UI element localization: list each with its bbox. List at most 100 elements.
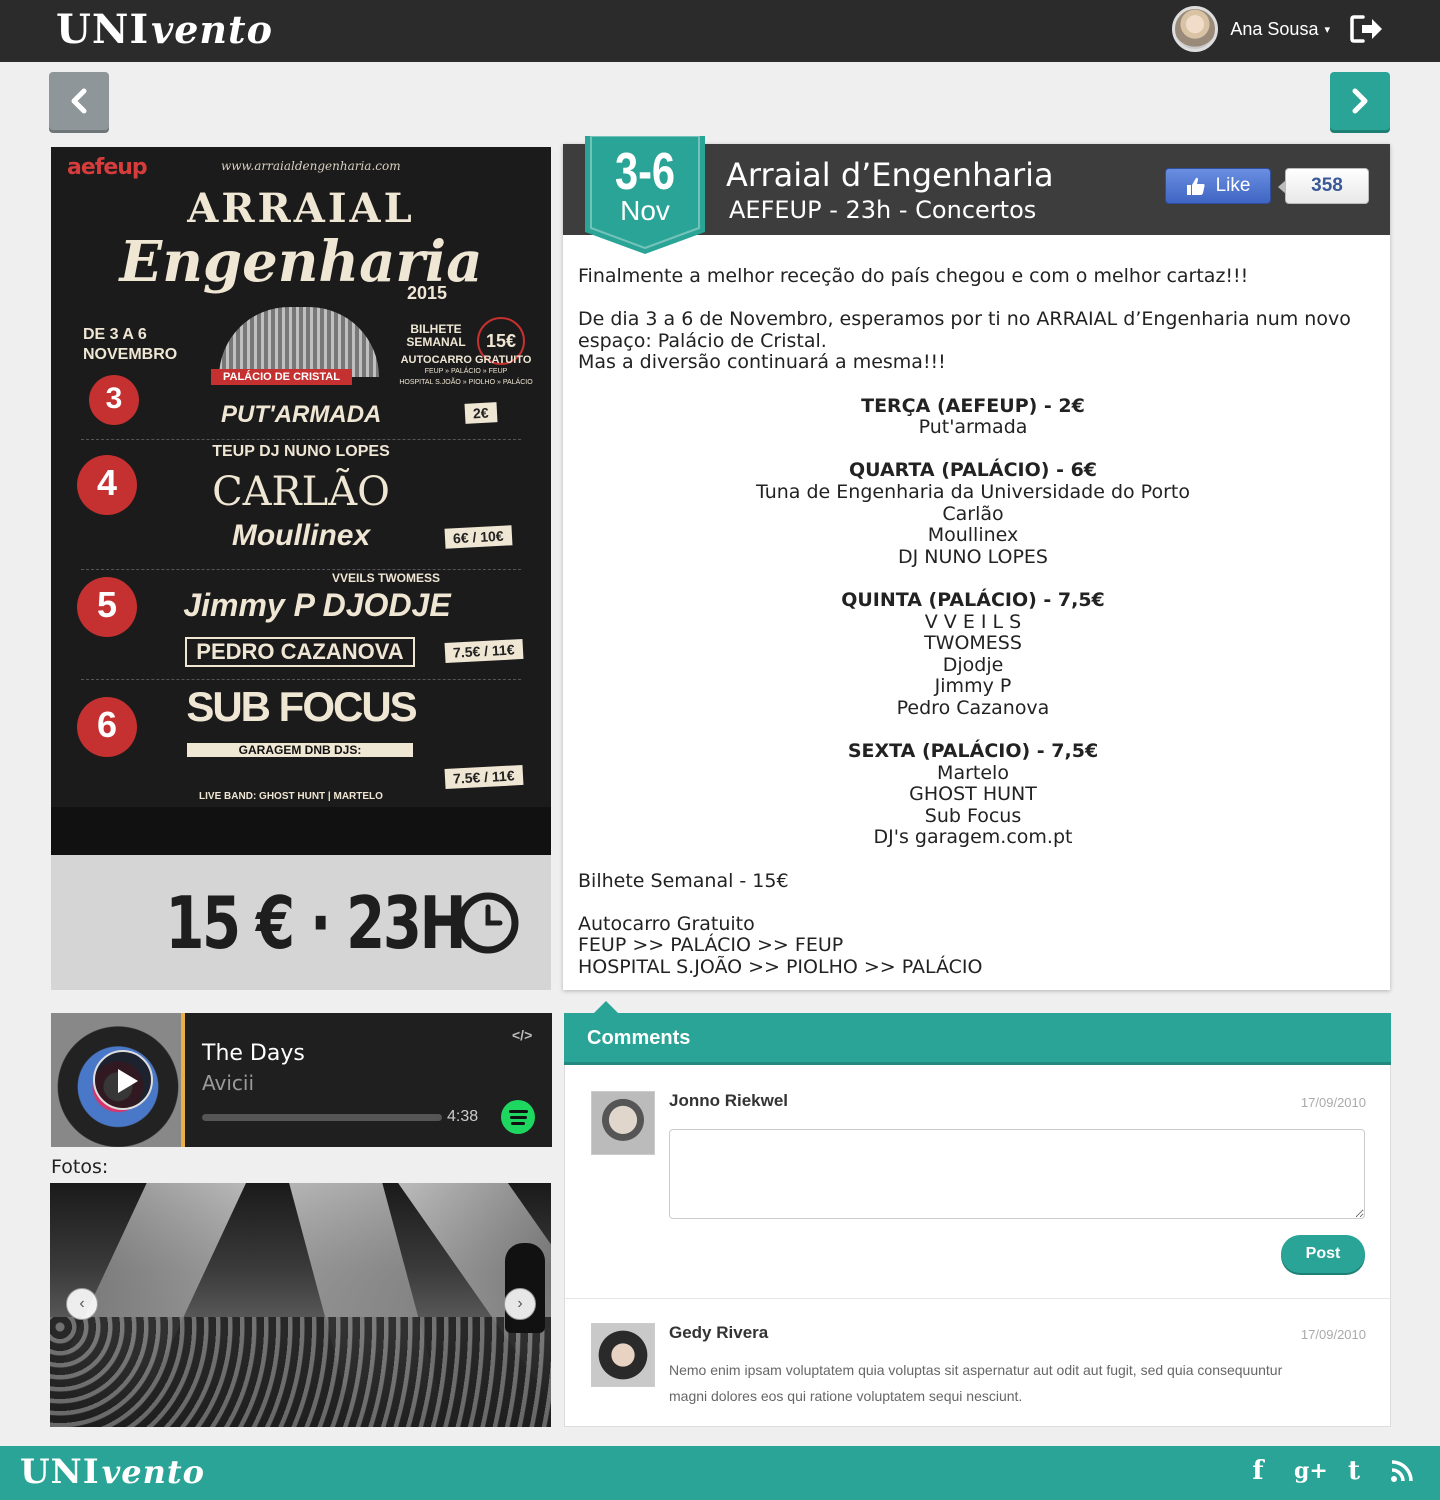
footer: UNIvento f g+ t [0, 1446, 1440, 1500]
poster-dates: DE 3 A 6 NOVEMBRO [83, 326, 178, 363]
date-ribbon: 3-6 Nov [585, 136, 705, 254]
logo-script: vento [151, 7, 273, 52]
poster-act-djodje: Jimmy P DJODJE [183, 587, 451, 623]
comment-author[interactable]: Jonno Riekwel [669, 1091, 788, 1111]
event-subtitle: AEFEUP - 23h - Concertos [729, 196, 1037, 224]
crowd-image [50, 1317, 551, 1427]
event-poster[interactable]: aefeup www.arraialdengenharia.com ARRAIA… [51, 147, 551, 855]
spotify-player: The Days Avicii </> 4:38 [51, 1013, 552, 1147]
poster-price-6: 7.5€ / 11€ [444, 764, 523, 790]
avatar[interactable] [591, 1323, 655, 1387]
poster-act-live-band: LIVE BAND: GHOST HUNT | MARTELO [199, 791, 383, 802]
lineup-day: QUINTA (PALÁCIO) - 7,5€ [841, 588, 1105, 611]
comment-author[interactable]: Gedy Rivera [669, 1323, 768, 1343]
event-month: Nov [620, 195, 670, 226]
event-ticket: Bilhete Semanal - 15€ [578, 869, 789, 892]
user-name: Ana Sousa [1230, 18, 1319, 39]
lineup-act: Jimmy P [934, 675, 1012, 698]
poster-day-6: 6 [77, 697, 137, 757]
app-logo[interactable]: UNIvento [56, 6, 273, 53]
poster-act-garagem: GARAGEM DNB DJS: [187, 743, 413, 757]
poster-price-4: 6€ / 10€ [444, 525, 513, 549]
comment-date: 17/09/2010 [1300, 1095, 1366, 1110]
lineup-act: TWOMESS [924, 632, 1022, 655]
lineup-act: Martelo [937, 761, 1009, 784]
gallery-next-button[interactable]: › [504, 1288, 536, 1320]
embed-code-icon[interactable]: </> [512, 1027, 532, 1043]
comment-text: Nemo enim ipsam voluptatem quia voluptas… [669, 1362, 1283, 1404]
lineup-day: QUARTA (PALÁCIO) - 6€ [848, 459, 1098, 482]
lineup-act: Pedro Cazanova [896, 696, 1050, 719]
poster-act-nuno: TEUP DJ NUNO LOPES [212, 443, 390, 460]
google-plus-icon[interactable]: g+ [1294, 1458, 1328, 1484]
chevron-down-icon: ▾ [1324, 23, 1330, 36]
avatar[interactable] [1172, 6, 1219, 52]
event-para2-line1: De dia 3 a 6 de Novembro, esperamos por … [578, 308, 1351, 352]
like-label: Like [1215, 175, 1251, 196]
lineup-act: Carlão [942, 502, 1004, 525]
play-button[interactable] [93, 1050, 153, 1110]
poster-sponsors [51, 807, 551, 855]
poster-price-3: 2€ [464, 402, 498, 424]
album-cover [51, 1013, 185, 1147]
track-title: The Days [202, 1041, 305, 1066]
poster-day-3: 3 [89, 375, 139, 425]
lineup-act: Put'armada [918, 416, 1028, 439]
comment-divider [565, 1298, 1390, 1299]
poster-act-vveils: VVEILS TWOMESS [331, 571, 440, 585]
poster-act-moullinex: Moullinex [231, 519, 371, 552]
lineup-act: GHOST HUNT [909, 783, 1037, 806]
track-artist[interactable]: Avicii [202, 1071, 254, 1095]
poster-bus-route-2: HOSPITAL S.JOÃO » PIOLHO » PALÁCIO [399, 379, 533, 386]
lineup-block: QUINTA (PALÁCIO) - 7,5€ V V E I L S TWOM… [578, 588, 1368, 720]
spotify-icon[interactable] [501, 1100, 535, 1134]
event-bus: Autocarro Gratuito FEUP >> PALÁCIO >> FE… [578, 912, 1368, 979]
next-event-button[interactable] [1330, 72, 1390, 130]
poster-act-carlao: CARLÃO [212, 469, 390, 515]
footer-logo[interactable]: UNIvento [20, 1452, 205, 1492]
track-progress-bar[interactable] [202, 1114, 442, 1121]
photo-gallery[interactable]: ‹ › [50, 1183, 551, 1427]
poster-bus: AUTOCARRO GRATUITO FEUP » PALÁCIO » FEUP… [391, 355, 541, 388]
comment-date: 17/09/2010 [1300, 1327, 1366, 1342]
palace-dome-image [219, 307, 379, 377]
lineup-block: TERÇA (AEFEUP) - 2€ Put'armada [578, 395, 1368, 439]
clock-icon [457, 892, 519, 953]
poster-site: www.arraialdengenharia.com [221, 159, 401, 173]
lineup-block: QUARTA (PALÁCIO) - 6€ Tuna de Engenharia… [578, 460, 1368, 568]
photos-label: Fotos: [51, 1156, 109, 1178]
twitter-icon[interactable]: t [1342, 1456, 1366, 1486]
logo-main: UNI [20, 1452, 100, 1492]
event-title: Arraial d’Engenharia [726, 156, 1054, 194]
user-menu[interactable]: Ana Sousa ▾ [1172, 6, 1330, 52]
like-button[interactable]: Like [1165, 168, 1271, 204]
rss-icon[interactable] [1390, 1459, 1414, 1483]
gallery-prev-button[interactable]: ‹ [66, 1288, 98, 1320]
comments-panel: Comments Jonno Riekwel 17/09/2010 Post G… [564, 1001, 1391, 1427]
lineup-act: DJ's garagem.com.pt [873, 826, 1073, 849]
poster-bus-title: AUTOCARRO GRATUITO [400, 354, 532, 366]
event-description: Finalmente a melhor receção do país cheg… [578, 265, 1368, 1000]
poster-venue: PALÁCIO DE CRISTAL [211, 369, 352, 385]
avatar[interactable] [591, 1091, 655, 1155]
lineup-act: V V E I L S [924, 610, 1022, 633]
comment-input[interactable] [669, 1129, 1365, 1219]
event-header: 3-6 Nov Arraial d’Engenharia AEFEUP - 23… [563, 136, 1390, 254]
like-count: 358 [1278, 168, 1369, 204]
lineup-block: SEXTA (PALÁCIO) - 7,5€ Martelo GHOST HUN… [578, 740, 1368, 849]
prev-event-button[interactable] [49, 72, 109, 130]
event-bus-route-2: HOSPITAL S.JOÃO >> PIOLHO >> PALÁCIO [578, 956, 983, 978]
poster-divider [81, 569, 521, 570]
poster-price-5: 7.5€ / 11€ [444, 638, 523, 664]
poster-divider [81, 439, 521, 440]
event-bus-route-1: FEUP >> PALÁCIO >> FEUP [578, 934, 844, 957]
poster-ticket-label: BILHETE SEMANAL [406, 322, 466, 349]
post-button[interactable]: Post [1281, 1235, 1365, 1273]
event-bus-title: Autocarro Gratuito [578, 912, 755, 935]
event-intro: Finalmente a melhor receção do país cheg… [578, 265, 1249, 287]
facebook-icon[interactable]: f [1246, 1456, 1270, 1486]
chevron-left-icon [71, 88, 87, 114]
logout-icon[interactable] [1350, 14, 1384, 44]
event-paragraph: De dia 3 a 6 de Novembro, esperamos por … [578, 308, 1368, 374]
event-details-card: 3-6 Nov Arraial d’Engenharia AEFEUP - 23… [563, 136, 1390, 990]
